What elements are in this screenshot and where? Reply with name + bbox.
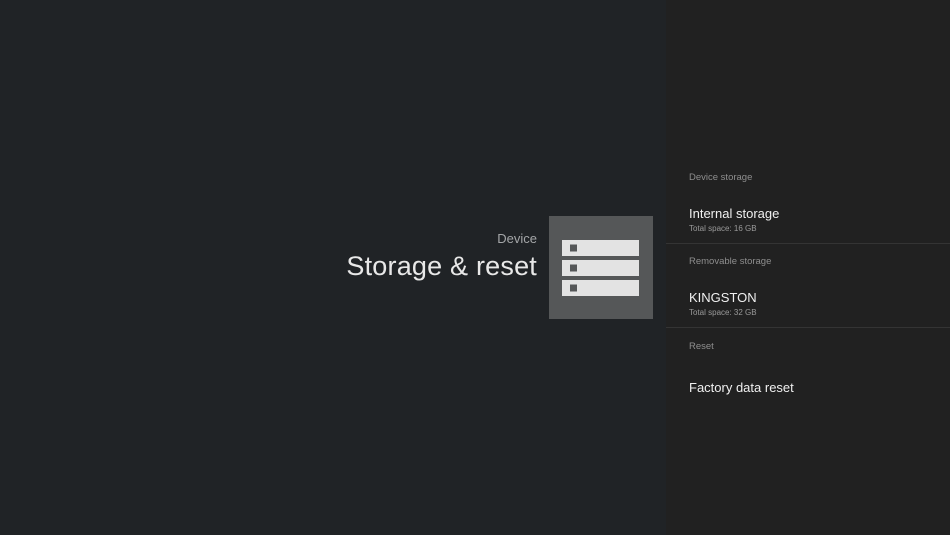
screen: Device Storage & reset Device storage In…	[0, 0, 950, 535]
section-header-device-storage: Device storage	[689, 172, 753, 183]
breadcrumb: Device	[497, 231, 537, 246]
kingston-storage-item[interactable]: KINGSTON Total space: 32 GB	[666, 278, 950, 326]
header-pane: Device Storage & reset	[0, 0, 666, 535]
settings-panel: Device storage Internal storage Total sp…	[666, 0, 950, 535]
divider	[666, 243, 950, 244]
internal-storage-item[interactable]: Internal storage Total space: 16 GB	[666, 194, 950, 242]
factory-data-reset-title: Factory data reset	[689, 380, 794, 395]
internal-storage-title: Internal storage	[689, 206, 780, 221]
section-header-reset: Reset	[689, 341, 714, 352]
divider	[666, 327, 950, 328]
storage-icon-tile	[549, 216, 653, 319]
factory-data-reset-item[interactable]: Factory data reset	[666, 368, 950, 408]
page-title: Storage & reset	[346, 251, 537, 281]
storage-icon	[562, 240, 639, 296]
storage-row-1-marker	[570, 244, 577, 252]
storage-row-2-marker	[570, 264, 577, 272]
storage-row-3-marker	[570, 284, 577, 292]
kingston-storage-subtitle: Total space: 32 GB	[689, 308, 757, 317]
kingston-storage-title: KINGSTON	[689, 290, 757, 305]
internal-storage-subtitle: Total space: 16 GB	[689, 224, 757, 233]
section-header-removable-storage: Removable storage	[689, 256, 772, 267]
